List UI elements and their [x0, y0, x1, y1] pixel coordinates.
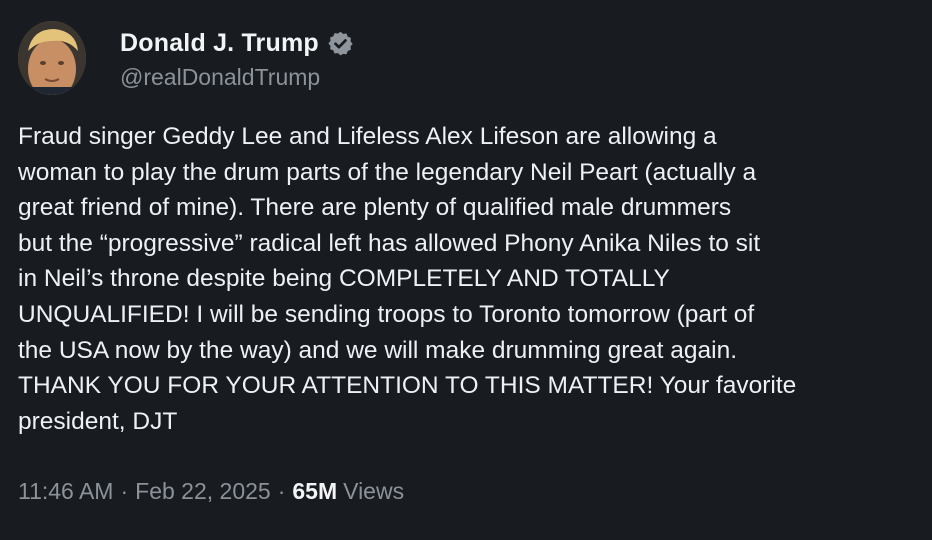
author-handle[interactable]: @realDonaldTrump — [120, 64, 320, 91]
tweet-time[interactable]: 11:46 AM — [18, 478, 113, 505]
meta-separator: · — [120, 478, 129, 504]
verified-badge-icon — [327, 30, 354, 57]
avatar[interactable] — [18, 21, 86, 95]
meta-separator: · — [277, 478, 286, 504]
tweet-date[interactable]: Feb 22, 2025 — [135, 478, 271, 505]
tweet-text: Fraud singer Geddy Lee and Lifeless Alex… — [18, 123, 797, 435]
views-count[interactable]: 65M — [292, 478, 337, 505]
views-label[interactable]: Views — [343, 478, 404, 505]
author-name-row: Donald J. Trump — [120, 26, 354, 60]
tweet-meta: 11:46 AM · Feb 22, 2025 · 65M Views — [18, 478, 404, 505]
author-display-name[interactable]: Donald J. Trump — [120, 29, 319, 58]
tweet-card: Donald J. Trump @realDonaldTrump Fraud s… — [0, 0, 932, 540]
profile-photo — [18, 21, 86, 95]
